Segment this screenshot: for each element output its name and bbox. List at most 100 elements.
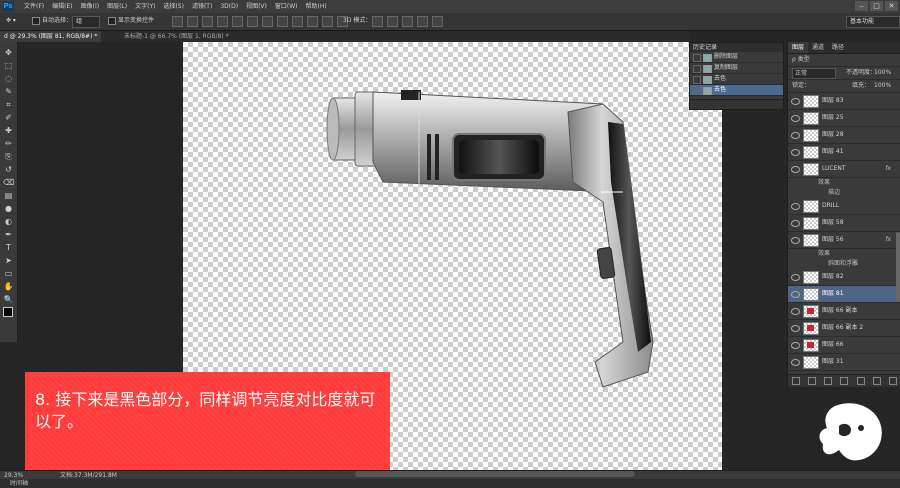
layer-row[interactable]: 图层 31: [788, 354, 900, 371]
layer-row[interactable]: 图层 66: [788, 337, 900, 354]
visibility-eye-icon[interactable]: [791, 359, 800, 366]
align-hcenter-icon[interactable]: [232, 16, 243, 27]
layer-row[interactable]: LUCENT fx: [788, 161, 900, 178]
layer-row[interactable]: 图层 83: [788, 93, 900, 110]
visibility-eye-icon[interactable]: [791, 98, 800, 105]
visibility-eye-icon[interactable]: [791, 149, 800, 156]
menu-item[interactable]: 滤镜(T): [188, 0, 216, 13]
visibility-eye-icon[interactable]: [791, 291, 800, 298]
3d-pan-icon[interactable]: [402, 16, 413, 27]
menu-item[interactable]: 帮助(H): [302, 0, 331, 13]
layer-effects-icon[interactable]: fx: [885, 161, 891, 177]
move-tool-icon[interactable]: ✥ ▾: [6, 16, 16, 26]
layer-row[interactable]: 图层 82: [788, 269, 900, 286]
visibility-eye-icon[interactable]: [791, 220, 800, 227]
foreground-color-swatch[interactable]: [3, 307, 13, 317]
visibility-eye-icon[interactable]: [791, 166, 800, 173]
history-snapshot-box[interactable]: [693, 76, 701, 84]
show-transform-checkbox[interactable]: 显示变换控件: [108, 16, 154, 26]
delete-layer-icon[interactable]: [888, 377, 897, 385]
lasso-tool-icon[interactable]: ◌: [3, 74, 14, 84]
layer-row[interactable]: 图层 41: [788, 144, 900, 161]
minimize-button[interactable]: ‒: [855, 1, 868, 11]
eraser-tool-icon[interactable]: ⌫: [3, 178, 14, 188]
add-mask-icon[interactable]: [824, 377, 833, 385]
visibility-eye-icon[interactable]: [791, 237, 800, 244]
visibility-eye-icon[interactable]: [791, 132, 800, 139]
distribute-vcenter-icon[interactable]: [277, 16, 288, 27]
history-item[interactable]: 去色: [690, 85, 783, 96]
dodge-tool-icon[interactable]: ◐: [3, 217, 14, 227]
visibility-eye-icon[interactable]: [791, 203, 800, 210]
visibility-eye-icon[interactable]: [791, 274, 800, 281]
layer-filter-kind[interactable]: ρ 类型: [792, 54, 810, 66]
layer-row[interactable]: 图层 28: [788, 127, 900, 144]
distribute-bottom-icon[interactable]: [292, 16, 303, 27]
menu-item[interactable]: 图像(I): [77, 0, 103, 13]
hand-tool-icon[interactable]: ✋: [3, 282, 14, 292]
path-select-tool-icon[interactable]: ➤: [3, 256, 14, 266]
add-style-icon[interactable]: [808, 377, 817, 385]
layer-effect-item[interactable]: 描边: [788, 188, 900, 198]
align-left-icon[interactable]: [217, 16, 228, 27]
close-button[interactable]: ✕: [885, 1, 898, 11]
history-snapshot-box[interactable]: [693, 87, 701, 95]
3d-scale-icon[interactable]: [432, 16, 443, 27]
align-vcenter-icon[interactable]: [187, 16, 198, 27]
layer-effects-group[interactable]: 效果: [788, 249, 900, 259]
distribute-top-icon[interactable]: [262, 16, 273, 27]
healing-tool-icon[interactable]: ✚: [3, 126, 14, 136]
menu-item[interactable]: 编辑(E): [48, 0, 76, 13]
layer-row[interactable]: 图层 56 fx: [788, 232, 900, 249]
link-layers-icon[interactable]: [792, 377, 801, 385]
tab-document-untitled[interactable]: 未标题-1 @ 66.7% (图层 1, RGB/8) *: [120, 31, 233, 42]
visibility-eye-icon[interactable]: [791, 308, 800, 315]
align-right-icon[interactable]: [247, 16, 258, 27]
zoom-tool-icon[interactable]: 🔍: [3, 295, 14, 305]
menu-item[interactable]: 视图(V): [242, 0, 271, 13]
layer-effect-item[interactable]: 斜面和浮雕: [788, 259, 900, 269]
layer-row[interactable]: 图层 25: [788, 110, 900, 127]
menu-item[interactable]: 图层(L): [103, 0, 131, 13]
distribute-hcenter-icon[interactable]: [322, 16, 333, 27]
tab-layers[interactable]: 图层: [788, 42, 809, 53]
history-item[interactable]: 复制图层: [690, 63, 783, 74]
tab-channels[interactable]: 通道: [808, 42, 828, 53]
3d-roll-icon[interactable]: [387, 16, 398, 27]
layer-row[interactable]: 图层 66 副本: [788, 303, 900, 320]
maximize-button[interactable]: □: [870, 1, 883, 11]
blur-tool-icon[interactable]: ●: [3, 204, 14, 214]
crop-tool-icon[interactable]: ⌗: [3, 100, 14, 110]
timeline-label[interactable]: 时间轴: [10, 479, 28, 488]
layer-effects-icon[interactable]: fx: [885, 232, 891, 248]
3d-slide-icon[interactable]: [417, 16, 428, 27]
layers-scrollbar[interactable]: [896, 232, 900, 302]
history-snapshot-box[interactable]: [693, 65, 701, 73]
layer-row[interactable]: DRILL: [788, 198, 900, 215]
opacity-value[interactable]: 100%: [874, 67, 891, 79]
fill-value[interactable]: 100%: [874, 80, 891, 92]
brush-tool-icon[interactable]: ✏: [3, 139, 14, 149]
history-item[interactable]: 去色: [690, 74, 783, 85]
quick-select-tool-icon[interactable]: ✎: [3, 87, 14, 97]
marquee-tool-icon[interactable]: ⬚: [3, 61, 14, 71]
layer-row[interactable]: 图层 81: [788, 286, 900, 303]
layer-effects-group[interactable]: 效果: [788, 178, 900, 188]
history-brush-tool-icon[interactable]: ↺: [3, 165, 14, 175]
visibility-eye-icon[interactable]: [791, 342, 800, 349]
history-snapshot-box[interactable]: [693, 54, 701, 62]
3d-rotate-icon[interactable]: [372, 16, 383, 27]
clone-tool-icon[interactable]: ⎘: [3, 152, 14, 162]
menu-item[interactable]: 文件(F): [20, 0, 48, 13]
horizontal-scrollbar[interactable]: [355, 471, 635, 477]
tab-paths[interactable]: 路径: [828, 42, 848, 53]
blend-mode-dropdown[interactable]: 正常: [792, 68, 836, 79]
menu-item[interactable]: 3D(D): [216, 0, 242, 13]
gradient-tool-icon[interactable]: ▤: [3, 191, 14, 201]
history-item[interactable]: 删除图层: [690, 52, 783, 63]
menu-item[interactable]: 选择(S): [159, 0, 188, 13]
menu-item[interactable]: 文字(Y): [131, 0, 159, 13]
visibility-eye-icon[interactable]: [791, 115, 800, 122]
shape-tool-icon[interactable]: ▭: [3, 269, 14, 279]
layer-row[interactable]: 图层 58: [788, 215, 900, 232]
